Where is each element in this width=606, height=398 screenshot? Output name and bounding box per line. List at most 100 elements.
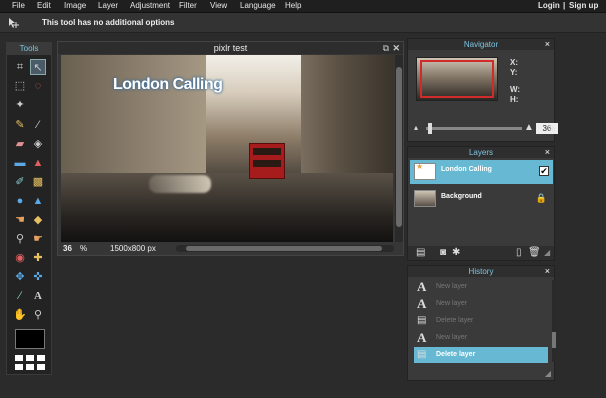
navigator-close-button[interactable]: × <box>545 39 550 50</box>
drawing-icon[interactable]: ▩ <box>30 174 46 190</box>
close-icon[interactable]: ✕ <box>392 43 400 54</box>
menu-adjustment[interactable]: Adjustment <box>130 1 170 10</box>
zoom-out-icon[interactable]: ▴ <box>414 123 418 132</box>
navigator-thumbnail[interactable] <box>416 57 498 101</box>
menu-view[interactable]: View <box>210 1 227 10</box>
zoom-value[interactable]: 36 <box>63 244 72 253</box>
nav-x-label: X: <box>510 58 518 67</box>
vertical-scroll-thumb[interactable] <box>396 67 402 227</box>
text-layer-icon: ★ <box>416 162 424 171</box>
menu-file[interactable]: File <box>12 1 25 10</box>
history-scrollbar[interactable] <box>552 280 556 362</box>
eraser-icon[interactable]: ▰ <box>12 136 28 152</box>
color-replace-icon[interactable]: ✐ <box>12 174 28 190</box>
zoom-unit: % <box>80 244 88 253</box>
type-icon[interactable]: A <box>30 288 46 304</box>
hand-icon[interactable]: ✋ <box>12 307 28 323</box>
sharpen-icon[interactable]: ▲ <box>30 193 46 209</box>
history-item[interactable]: A New layer <box>414 296 548 312</box>
history-item[interactable]: ▤ Delete layer <box>414 313 548 329</box>
navigator-title-text: Navigator <box>463 40 499 49</box>
image-window-title: pixlr test <box>58 42 403 54</box>
menu-layer[interactable]: Layer <box>98 1 118 10</box>
brush-icon[interactable]: ⁄ <box>30 117 46 133</box>
photo-bus <box>249 143 285 179</box>
zoom-slider[interactable] <box>426 127 522 130</box>
smudge-icon[interactable]: ☚ <box>12 212 28 228</box>
move-icon[interactable]: ↖ <box>30 59 46 75</box>
signup-link[interactable]: Sign up <box>569 1 598 10</box>
resize-grip-icon[interactable]: ◢ <box>545 369 551 378</box>
history-item[interactable]: A New layer <box>414 279 548 295</box>
stamp-icon[interactable]: ▲ <box>30 155 46 171</box>
history-item-selected[interactable]: ▤ Delete layer <box>414 347 548 363</box>
blur-icon[interactable]: ● <box>12 193 28 209</box>
history-scroll-thumb[interactable] <box>552 332 556 348</box>
layer-visibility-checkbox[interactable]: ✔ <box>539 166 549 176</box>
navigator-viewport-rect[interactable] <box>420 60 494 98</box>
resize-grip-icon[interactable]: ◢ <box>544 248 550 257</box>
marquee-icon[interactable]: ⬚ <box>12 78 28 94</box>
history-item-label: Delete layer <box>436 317 474 324</box>
zoom-icon[interactable]: ⚲ <box>30 307 46 323</box>
crop-icon[interactable]: ⌗ <box>12 59 28 75</box>
history-title: History × <box>408 266 554 277</box>
trash-icon[interactable]: 🗑 <box>528 247 541 258</box>
menu-separator: | <box>563 1 566 10</box>
canvas-photo[interactable]: London Calling <box>61 55 393 242</box>
options-message: This tool has no additional options <box>42 18 175 27</box>
document-icon: ▤ <box>417 315 427 326</box>
menu-edit[interactable]: Edit <box>37 1 51 10</box>
pencil-icon[interactable]: ✎ <box>12 117 28 133</box>
login-link[interactable]: Login <box>538 1 560 10</box>
layer-row-background[interactable]: Background 🔒 <box>410 187 553 211</box>
zoom-in-icon[interactable]: ▲ <box>524 122 534 133</box>
dodge-icon[interactable]: ⚲ <box>12 231 28 247</box>
maximize-icon[interactable]: ⧉ <box>383 43 389 54</box>
bloat-icon[interactable]: ✥ <box>12 269 28 285</box>
move-icon <box>9 18 19 28</box>
layer-settings-icon[interactable]: ▤ <box>416 247 425 258</box>
history-panel: History × A New layer A New layer ▤ Dele… <box>407 265 556 381</box>
menu-filter[interactable]: Filter <box>179 1 197 10</box>
gradient-icon[interactable]: ▬ <box>12 155 28 171</box>
horizontal-scroll-thumb[interactable] <box>186 246 382 251</box>
type-icon: A <box>417 296 427 311</box>
history-item-label: New layer <box>436 283 468 290</box>
magic-wand-icon[interactable]: ✦ <box>12 97 28 113</box>
history-title-text: History <box>468 267 494 276</box>
zoom-slider-knob[interactable] <box>428 123 432 134</box>
lasso-icon[interactable]: ◌ <box>30 78 46 94</box>
type-icon: A <box>417 279 427 294</box>
horizontal-scrollbar[interactable] <box>176 245 394 252</box>
type-icon: A <box>417 330 427 345</box>
swatch-grid-icon[interactable] <box>15 355 45 371</box>
photo-car <box>149 175 211 193</box>
bus-window <box>253 148 281 155</box>
tools-title: Tools <box>7 43 51 55</box>
color-picker-icon[interactable]: ∕ <box>12 288 28 304</box>
burn-icon[interactable]: ☛ <box>30 231 46 247</box>
primary-color-swatch[interactable] <box>15 329 45 349</box>
paint-bucket-icon[interactable]: ◈ <box>30 136 46 152</box>
new-layer-icon[interactable]: ▯ <box>516 247 522 258</box>
sponge-icon[interactable]: ◆ <box>30 212 46 228</box>
photo-road <box>61 173 393 242</box>
menu-help[interactable]: Help <box>285 1 301 10</box>
nav-y-label: Y: <box>510 68 518 77</box>
layer-mask-icon[interactable]: ◙ <box>440 247 446 258</box>
spot-heal-icon[interactable]: ✚ <box>30 250 46 266</box>
history-close-button[interactable]: × <box>545 266 550 277</box>
menu-image[interactable]: Image <box>64 1 86 10</box>
photo-text-layer[interactable]: London Calling <box>113 76 223 94</box>
options-bar: This tool has no additional options <box>0 13 606 33</box>
history-item[interactable]: A New layer <box>414 330 548 346</box>
red-eye-icon[interactable]: ◉ <box>12 250 28 266</box>
vertical-scrollbar[interactable] <box>395 55 403 242</box>
pinch-icon[interactable]: ✜ <box>30 269 46 285</box>
layers-close-button[interactable]: × <box>545 147 550 158</box>
layer-row-london-calling[interactable]: ★ London Calling ✔ <box>410 160 553 184</box>
navigator-title: Navigator × <box>408 39 554 50</box>
menu-language[interactable]: Language <box>240 1 276 10</box>
layer-style-icon[interactable]: ✱ <box>452 247 460 258</box>
